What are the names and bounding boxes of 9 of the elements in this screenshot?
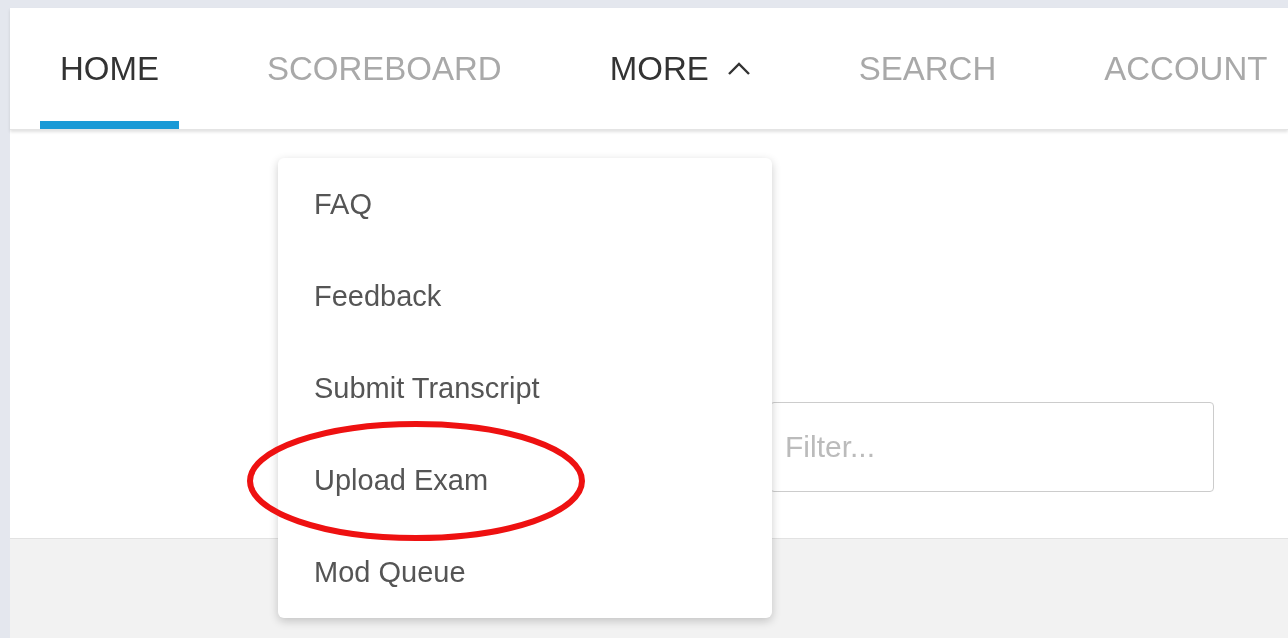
filter-field[interactable]: Filter...	[770, 402, 1214, 492]
caret-icon	[726, 61, 751, 76]
menu-item[interactable]: Feedback	[278, 250, 772, 342]
menu-item[interactable]: FAQ	[278, 158, 772, 250]
menu-item[interactable]: Upload Exam	[278, 434, 772, 526]
menu-item[interactable]: Submit Transcript	[278, 342, 772, 434]
tab[interactable]: MORE	[589, 8, 771, 129]
tab[interactable]: HOME	[40, 8, 179, 129]
menu-item[interactable]: Mod Queue	[278, 526, 772, 618]
